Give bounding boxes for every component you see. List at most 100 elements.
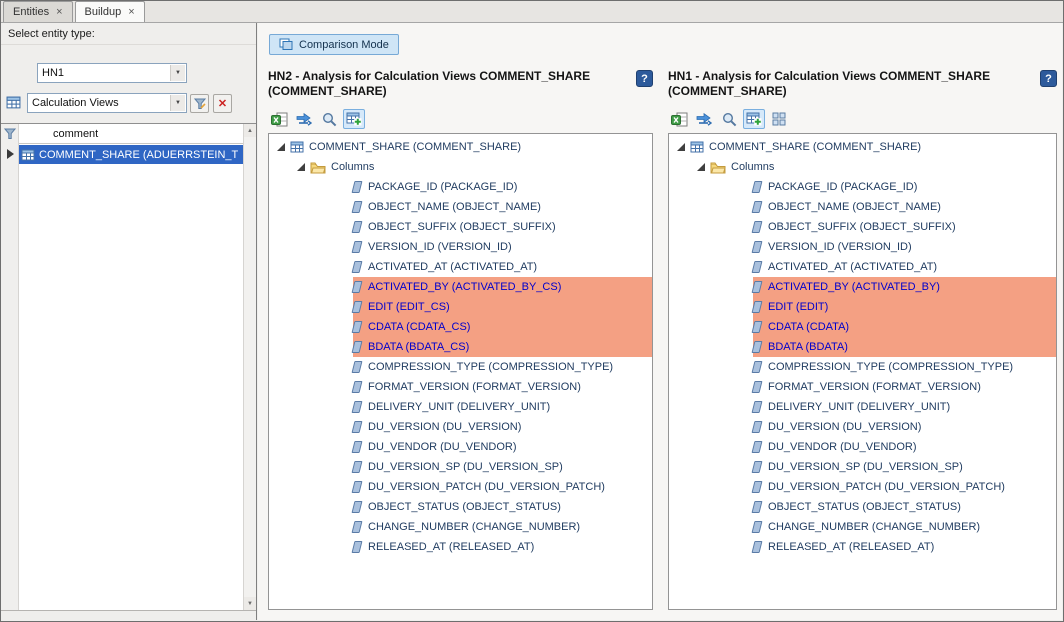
comment-column-header[interactable]: comment: [19, 124, 243, 144]
zoom-icon[interactable]: [718, 109, 740, 129]
expander-icon[interactable]: [277, 143, 285, 151]
column-label: COMPRESSION_TYPE (COMPRESSION_TYPE): [768, 361, 1013, 373]
tree-items: PACKAGE_ID (PACKAGE_ID) OBJECT_NAME (OBJ…: [669, 177, 1056, 557]
tree-item-row[interactable]: CHANGE_NUMBER (CHANGE_NUMBER): [669, 517, 1056, 537]
scroll-up-icon[interactable]: ▲: [244, 124, 256, 137]
tree-item-row[interactable]: DU_VERSION_PATCH (DU_VERSION_PATCH): [669, 477, 1056, 497]
tree-item-row[interactable]: RELEASED_AT (RELEASED_AT): [669, 537, 1056, 557]
tree-item-row[interactable]: VERSION_ID (VERSION_ID): [269, 237, 652, 257]
tree-item-row[interactable]: DU_VENDOR (DU_VENDOR): [269, 437, 652, 457]
scroll-down-icon[interactable]: ▼: [244, 597, 256, 610]
column-label: VERSION_ID (VERSION_ID): [768, 241, 912, 253]
tree-item-row[interactable]: OBJECT_STATUS (OBJECT_STATUS): [269, 497, 652, 517]
tree-item-row[interactable]: FORMAT_VERSION (FORMAT_VERSION): [269, 377, 652, 397]
column-icon: [752, 281, 763, 293]
chevron-down-icon[interactable]: ▼: [170, 65, 185, 81]
column-icon: [752, 181, 763, 193]
column-icon: [352, 201, 363, 213]
tree-item-row[interactable]: DU_VENDOR (DU_VENDOR): [669, 437, 1056, 457]
tree-item-row[interactable]: OBJECT_NAME (OBJECT_NAME): [669, 197, 1056, 217]
export-excel-icon[interactable]: [668, 109, 690, 129]
column-icon: [352, 341, 363, 353]
main-area: Comparison Mode HN2 - Analysis for Calcu…: [258, 23, 1062, 620]
column-label: DU_VERSION_PATCH (DU_VERSION_PATCH): [368, 481, 605, 493]
tree-item-row[interactable]: DELIVERY_UNIT (DELIVERY_UNIT): [669, 397, 1056, 417]
tree-item-row[interactable]: COMPRESSION_TYPE (COMPRESSION_TYPE): [669, 357, 1056, 377]
tree-item-row[interactable]: ACTIVATED_BY (ACTIVATED_BY_CS): [269, 277, 652, 297]
column-label: OBJECT_SUFFIX (OBJECT_SUFFIX): [368, 221, 556, 233]
tree-item-row[interactable]: CDATA (CDATA): [669, 317, 1056, 337]
column-label: DU_VERSION (DU_VERSION): [368, 421, 521, 433]
tree-item-row[interactable]: CHANGE_NUMBER (CHANGE_NUMBER): [269, 517, 652, 537]
tree-item-row[interactable]: DELIVERY_UNIT (DELIVERY_UNIT): [269, 397, 652, 417]
chevron-down-icon[interactable]: ▼: [170, 95, 185, 111]
add-view-icon[interactable]: [743, 109, 765, 129]
expander-icon[interactable]: [677, 143, 685, 151]
comparison-mode-button[interactable]: Comparison Mode: [269, 34, 399, 55]
export-excel-icon[interactable]: [268, 109, 290, 129]
tree-item-row[interactable]: BDATA (BDATA): [669, 337, 1056, 357]
sidebar: Select entity type: HN1 ▼ Calculation Vi…: [1, 23, 257, 620]
column-icon: [752, 521, 763, 533]
tree-root-row[interactable]: COMMENT_SHARE (COMMENT_SHARE): [269, 137, 652, 157]
tree-item-row[interactable]: ACTIVATED_AT (ACTIVATED_AT): [669, 257, 1056, 277]
tree-item-row[interactable]: BDATA (BDATA_CS): [269, 337, 652, 357]
tree-item-row[interactable]: FORMAT_VERSION (FORMAT_VERSION): [669, 377, 1056, 397]
column-icon: [752, 261, 763, 273]
column-icon: [352, 281, 363, 293]
tree-item-row[interactable]: DU_VERSION_SP (DU_VERSION_SP): [669, 457, 1056, 477]
tree-root-row[interactable]: COMMENT_SHARE (COMMENT_SHARE): [669, 137, 1056, 157]
vertical-scrollbar[interactable]: ▲ ▼: [243, 124, 256, 610]
tree-item-row[interactable]: RELEASED_AT (RELEASED_AT): [269, 537, 652, 557]
tree-item-row[interactable]: OBJECT_NAME (OBJECT_NAME): [269, 197, 652, 217]
close-icon[interactable]: ×: [128, 7, 134, 18]
tree-item-row[interactable]: DU_VERSION (DU_VERSION): [269, 417, 652, 437]
transfer-icon[interactable]: [693, 109, 715, 129]
zoom-icon[interactable]: [318, 109, 340, 129]
tree-item-row[interactable]: EDIT (EDIT): [669, 297, 1056, 317]
panel-title: HN2 - Analysis for Calculation Views COM…: [268, 69, 636, 99]
expander-icon[interactable]: [697, 163, 705, 171]
tree-item-row[interactable]: OBJECT_STATUS (OBJECT_STATUS): [669, 497, 1056, 517]
tree-item-row[interactable]: CDATA (CDATA_CS): [269, 317, 652, 337]
tree-item-row[interactable]: DU_VERSION (DU_VERSION): [669, 417, 1056, 437]
entity-type-select[interactable]: Calculation Views ▼: [27, 93, 187, 113]
system-select[interactable]: HN1 ▼: [37, 63, 187, 83]
close-icon[interactable]: ×: [56, 7, 62, 18]
column-icon: [352, 381, 363, 393]
selected-entity-row[interactable]: COMMENT_SHARE (ADUERRSTEIN_T: [19, 145, 243, 164]
tree-folder-row[interactable]: Columns: [669, 157, 1056, 177]
clear-filter-button[interactable]: ✕: [213, 94, 232, 113]
column-icon: [752, 241, 763, 253]
tree-folder-row[interactable]: Columns: [269, 157, 652, 177]
filter-row-icon[interactable]: [4, 128, 16, 140]
add-view-icon[interactable]: [343, 109, 365, 129]
tree-item-row[interactable]: ACTIVATED_BY (ACTIVATED_BY): [669, 277, 1056, 297]
column-icon: [352, 521, 363, 533]
tree-item-row[interactable]: COMPRESSION_TYPE (COMPRESSION_TYPE): [269, 357, 652, 377]
tree-item-row[interactable]: VERSION_ID (VERSION_ID): [669, 237, 1056, 257]
column-label: CDATA (CDATA_CS): [368, 321, 470, 333]
column-icon: [352, 361, 363, 373]
tab-buildup[interactable]: Buildup ×: [75, 1, 145, 22]
tree-item-row[interactable]: PACKAGE_ID (PACKAGE_ID): [269, 177, 652, 197]
column-icon: [752, 361, 763, 373]
tree-item-row[interactable]: DU_VERSION_SP (DU_VERSION_SP): [269, 457, 652, 477]
tree-item-row[interactable]: PACKAGE_ID (PACKAGE_ID): [669, 177, 1056, 197]
tree-item-row[interactable]: OBJECT_SUFFIX (OBJECT_SUFFIX): [269, 217, 652, 237]
entity-list-table: comment COMMENT_SHARE (ADUERRSTEIN_T ▲ ▼: [1, 123, 256, 611]
help-button[interactable]: ?: [636, 70, 653, 87]
column-label: FORMAT_VERSION (FORMAT_VERSION): [768, 381, 981, 393]
help-button[interactable]: ?: [1040, 70, 1057, 87]
grid-view-icon[interactable]: [768, 109, 790, 129]
expander-icon[interactable]: [297, 163, 305, 171]
tree-item-row[interactable]: ACTIVATED_AT (ACTIVATED_AT): [269, 257, 652, 277]
column-label: ACTIVATED_AT (ACTIVATED_AT): [368, 261, 537, 273]
transfer-icon[interactable]: [293, 109, 315, 129]
column-icon: [352, 441, 363, 453]
tree-item-row[interactable]: OBJECT_SUFFIX (OBJECT_SUFFIX): [669, 217, 1056, 237]
filter-button[interactable]: [190, 94, 209, 113]
tree-item-row[interactable]: DU_VERSION_PATCH (DU_VERSION_PATCH): [269, 477, 652, 497]
tree-item-row[interactable]: EDIT (EDIT_CS): [269, 297, 652, 317]
tab-entities[interactable]: Entities ×: [3, 1, 73, 22]
